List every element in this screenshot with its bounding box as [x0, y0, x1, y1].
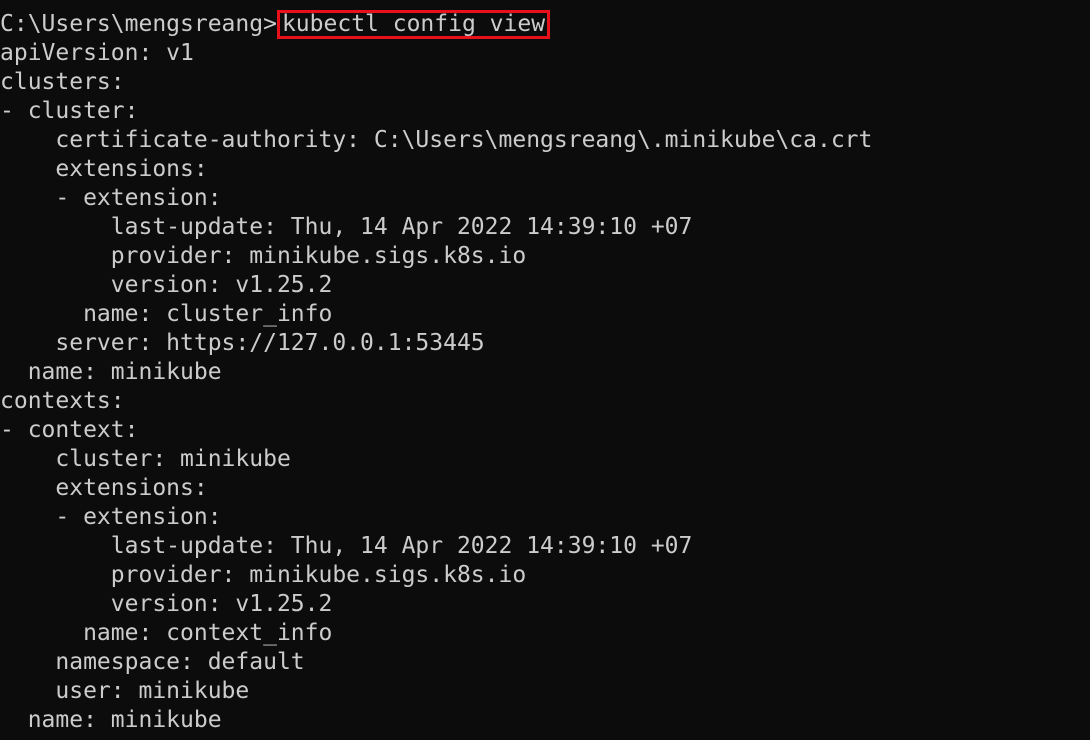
- output-line: name: cluster_info: [0, 301, 333, 327]
- output-line: namespace: default: [0, 649, 305, 675]
- output-line: name: minikube: [0, 707, 222, 733]
- output-line: name: context_info: [0, 620, 333, 646]
- output-line: user: minikube: [0, 678, 250, 704]
- command-highlight-box: kubectl config view: [276, 10, 551, 39]
- output-line: - extension:: [0, 504, 222, 530]
- output-line: last-update: Thu, 14 Apr 2022 14:39:10 +…: [0, 533, 693, 559]
- output-line: version: v1.25.2: [0, 272, 333, 298]
- output-line: cluster: minikube: [0, 446, 291, 472]
- output-line: apiVersion: v1: [0, 40, 194, 66]
- output-line: provider: minikube.sigs.k8s.io: [0, 562, 527, 588]
- terminal-window[interactable]: C:\Users\mengsreang> kubectl config view …: [0, 0, 1090, 740]
- prompt-line: C:\Users\mengsreang> kubectl config view: [0, 10, 1090, 39]
- output-line: last-update: Thu, 14 Apr 2022 14:39:10 +…: [0, 214, 693, 240]
- output-line: extensions:: [0, 475, 208, 501]
- output-line: - context:: [0, 417, 139, 443]
- output-line: extensions:: [0, 156, 208, 182]
- command-text: kubectl config view: [281, 11, 546, 37]
- output-line: name: minikube: [0, 359, 222, 385]
- output-line: certificate-authority: C:\Users\mengsrea…: [0, 127, 873, 153]
- output-line: - cluster:: [0, 98, 139, 124]
- output-line: - extension:: [0, 185, 222, 211]
- output-line: contexts:: [0, 388, 125, 414]
- output-line: version: v1.25.2: [0, 591, 333, 617]
- output-line: server: https://127.0.0.1:53445: [0, 330, 485, 356]
- output-line: clusters:: [0, 69, 125, 95]
- output-line: provider: minikube.sigs.k8s.io: [0, 243, 527, 269]
- prompt-text: C:\Users\mengsreang>: [0, 11, 277, 37]
